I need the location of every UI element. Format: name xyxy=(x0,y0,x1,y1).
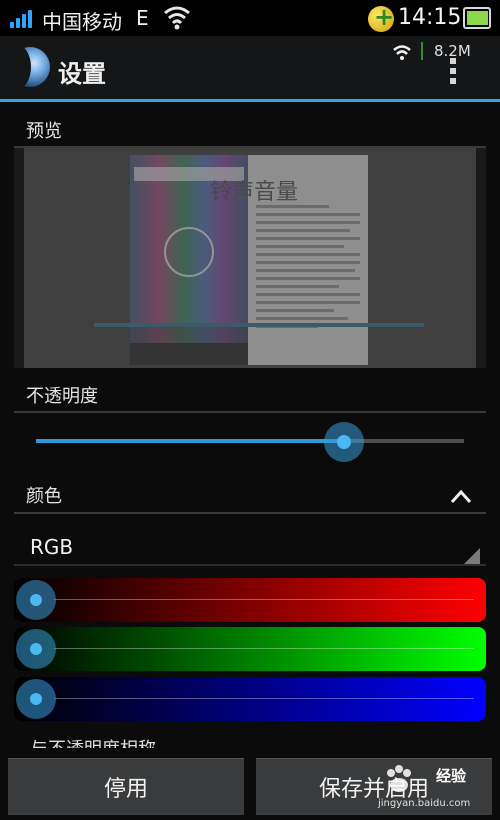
clock: 14:15 xyxy=(398,5,462,30)
preview-overlay-text: 铃声音量 xyxy=(210,180,299,205)
color-mode-select[interactable]: RGB xyxy=(30,535,73,559)
red-channel-slider[interactable] xyxy=(14,578,486,622)
color-label: 颜色 xyxy=(26,486,62,507)
opacity-slider-fill xyxy=(36,439,345,443)
chevron-up-icon[interactable] xyxy=(450,486,472,508)
status-bar: 中国移动 E 14:15 xyxy=(0,0,500,36)
preview-area: 铃声音量 xyxy=(14,148,486,368)
green-slider-thumb[interactable] xyxy=(16,629,56,669)
paw-icon xyxy=(387,765,411,792)
action-bar-underline xyxy=(0,99,500,102)
app-moon-icon[interactable] xyxy=(1,44,50,90)
carrier-name: 中国移动 xyxy=(42,10,122,34)
opacity-label: 不透明度 xyxy=(26,386,98,407)
color-divider xyxy=(14,512,486,514)
wifi-speed-icon xyxy=(393,45,411,60)
preview-label: 预览 xyxy=(26,121,62,142)
disable-button[interactable]: 停用 xyxy=(8,758,244,815)
watermark-text: 经验 xyxy=(436,767,467,785)
baidu-watermark: 经验 jingyan.baidu.com xyxy=(378,761,496,817)
battery-icon xyxy=(463,7,491,29)
green-channel-slider[interactable] xyxy=(14,627,486,671)
network-type: E xyxy=(136,6,149,30)
page-title: 设置 xyxy=(58,60,106,88)
wifi-icon xyxy=(164,6,190,30)
opacity-slider-thumb[interactable] xyxy=(324,422,365,462)
signal-strength-icon xyxy=(10,10,36,28)
red-slider-thumb[interactable] xyxy=(16,580,56,620)
watermark-url: jingyan.baidu.com xyxy=(378,798,471,809)
preview-volume-bar xyxy=(94,323,424,327)
action-bar: 设置 8.2M xyxy=(0,36,500,99)
blue-slider-track xyxy=(54,698,474,699)
red-slider-track xyxy=(54,599,474,600)
overflow-menu-icon[interactable] xyxy=(448,58,458,90)
color-mode-divider xyxy=(14,564,486,566)
speed-divider xyxy=(421,42,423,60)
blue-slider-thumb[interactable] xyxy=(16,679,56,719)
security-app-icon xyxy=(368,3,394,32)
preview-overlay: 铃声音量 xyxy=(24,148,476,368)
green-slider-track xyxy=(54,648,474,649)
dropdown-corner-icon[interactable] xyxy=(464,548,480,564)
opacity-divider xyxy=(14,411,486,413)
blue-channel-slider[interactable] xyxy=(14,677,486,721)
